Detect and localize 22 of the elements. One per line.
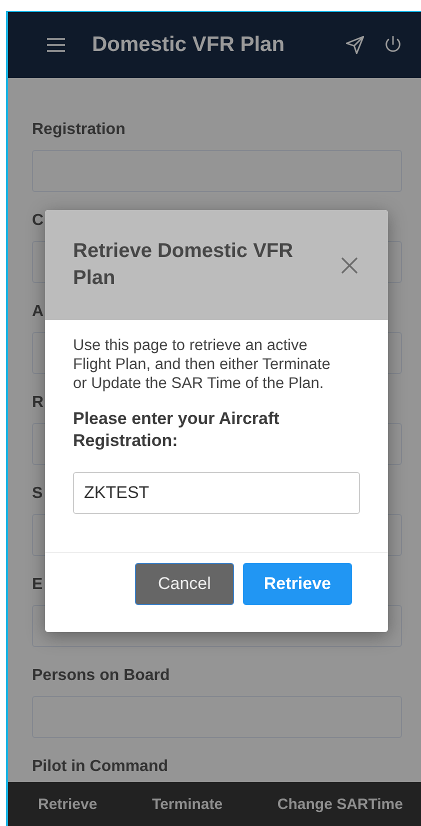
registration-input[interactable]: ZKTEST bbox=[73, 472, 360, 514]
cancel-button[interactable]: Cancel bbox=[134, 563, 234, 605]
field-label: Registration bbox=[32, 120, 126, 140]
registration-label: Please enter your Aircraft Registration: bbox=[73, 408, 280, 452]
field-label: S bbox=[32, 484, 43, 504]
retrieve-button[interactable]: Retrieve bbox=[242, 563, 352, 605]
field-label: Persons on Board bbox=[32, 666, 170, 686]
dialog-title: Retrieve Domestic VFR Plan bbox=[73, 239, 294, 291]
bottom-bar-button[interactable]: Change SARTime bbox=[277, 792, 403, 816]
menu-icon[interactable] bbox=[46, 38, 66, 52]
bottom-bar-button[interactable]: Retrieve bbox=[38, 792, 98, 816]
field-label: R bbox=[32, 393, 44, 413]
page-title: Domestic VFR Plan bbox=[92, 33, 286, 57]
power-icon[interactable] bbox=[383, 35, 403, 55]
dialog-description: Use this page to retrieve an active Flight Plan, and then either Terminate or Update the SAR Time of the Plan. bbox=[73, 336, 332, 393]
field-label: Pilot in Command bbox=[32, 757, 168, 777]
field-label: C bbox=[32, 211, 44, 231]
send-icon[interactable] bbox=[345, 35, 365, 55]
field-label: E bbox=[32, 575, 43, 595]
bottom-bar-button[interactable]: Terminate bbox=[152, 792, 223, 816]
close-icon[interactable] bbox=[341, 256, 358, 274]
field-label: A bbox=[32, 302, 44, 322]
